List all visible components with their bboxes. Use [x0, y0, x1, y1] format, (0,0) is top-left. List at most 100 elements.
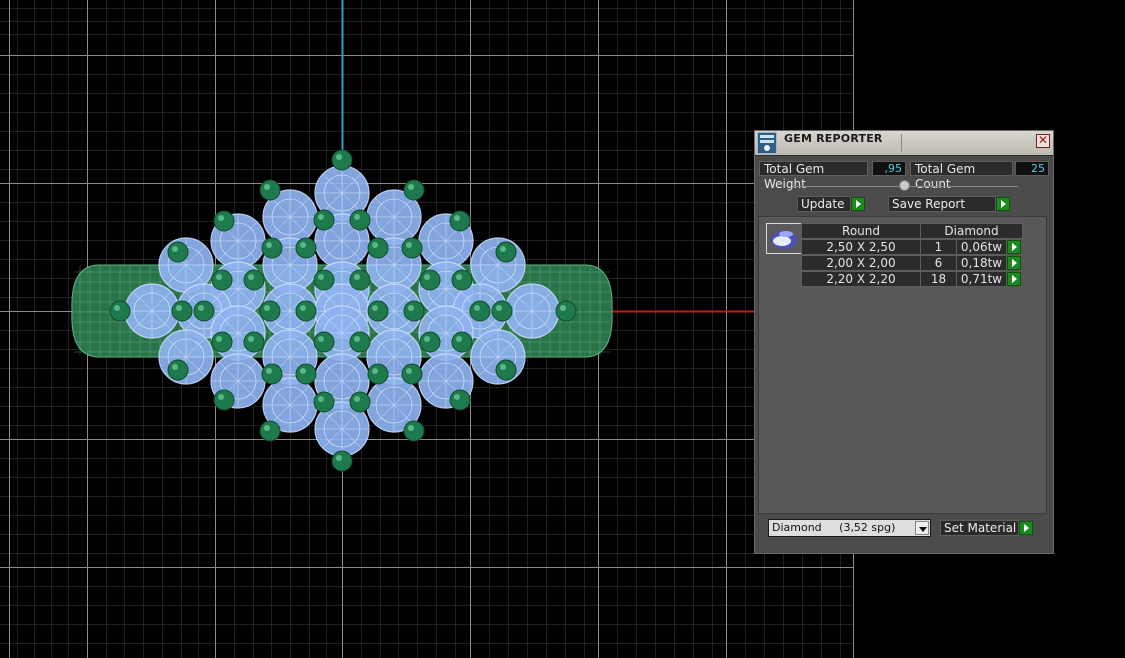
prong-highlight: [354, 274, 360, 280]
prong-highlight: [264, 305, 270, 311]
prong-highlight: [454, 394, 460, 400]
row-play-arrow-icon[interactable]: [1007, 256, 1021, 270]
prong: [313, 331, 335, 353]
prong: [313, 269, 335, 291]
prong: [295, 363, 317, 385]
prong: [403, 300, 425, 322]
prong: [469, 300, 491, 322]
row-size: 2,00 X 2,00: [801, 255, 921, 271]
prong-highlight: [266, 242, 272, 248]
update-button[interactable]: Update: [797, 196, 851, 212]
row-count: 6: [920, 255, 957, 271]
prong-highlight: [300, 242, 306, 248]
prong: [213, 210, 235, 232]
prong-highlight: [408, 305, 414, 311]
panel-slider-knob[interactable]: [899, 180, 910, 191]
prong: [261, 237, 283, 259]
round-gem-icon[interactable]: [766, 223, 802, 254]
prong: [243, 331, 265, 353]
gem-reporter-panel: GEM REPORTER ✕ Total Gem Weight ,95 Tota…: [754, 130, 1054, 554]
prong-highlight: [300, 368, 306, 374]
row-play-arrow-icon[interactable]: [1007, 240, 1021, 254]
prong-highlight: [454, 215, 460, 221]
prong: [349, 209, 371, 231]
prong-highlight: [218, 394, 224, 400]
prong-highlight: [560, 305, 566, 311]
prong: [401, 237, 423, 259]
prong-highlight: [372, 242, 378, 248]
prong: [167, 359, 189, 381]
prong: [451, 269, 473, 291]
prong: [261, 363, 283, 385]
prong: [109, 300, 131, 322]
column-header-material: Diamond: [920, 223, 1023, 239]
prong: [449, 210, 471, 232]
prong-highlight: [248, 336, 254, 342]
prong-highlight: [300, 305, 306, 311]
prong-highlight: [354, 214, 360, 220]
prong-highlight: [318, 214, 324, 220]
prong: [331, 450, 353, 472]
close-icon[interactable]: ✕: [1036, 134, 1050, 148]
chevron-down-icon[interactable]: [915, 521, 929, 535]
save-report-play-arrow-icon[interactable]: [996, 197, 1010, 211]
prong-highlight: [318, 336, 324, 342]
report-area: Round Diamond 2,50 X 2,50 1 0,06tw 2,00 …: [758, 216, 1047, 514]
prong: [331, 149, 353, 171]
prong: [349, 269, 371, 291]
prong: [211, 331, 233, 353]
prong: [401, 363, 423, 385]
prong: [403, 179, 425, 201]
prong: [349, 391, 371, 413]
prong: [295, 300, 317, 322]
prong-highlight: [216, 274, 222, 280]
prong-highlight: [372, 305, 378, 311]
prong-highlight: [216, 336, 222, 342]
prong: [451, 331, 473, 353]
row-count: 1: [920, 239, 957, 255]
prong-highlight: [474, 305, 480, 311]
prong-highlight: [424, 336, 430, 342]
prong-highlight: [406, 368, 412, 374]
update-play-arrow-icon[interactable]: [851, 197, 865, 211]
total-gem-weight-label: Total Gem Weight: [759, 161, 868, 191]
panel-titlebar[interactable]: GEM REPORTER ✕: [755, 131, 1053, 156]
prong-highlight: [456, 336, 462, 342]
prong-highlight: [172, 364, 178, 370]
prong-highlight: [424, 274, 430, 280]
prong: [419, 269, 441, 291]
prong-highlight: [406, 242, 412, 248]
material-select[interactable]: Diamond (3,52 spg): [768, 519, 931, 537]
row-play-arrow-icon[interactable]: [1007, 272, 1021, 286]
set-material-play-arrow-icon[interactable]: [1019, 521, 1033, 535]
prong: [167, 241, 189, 263]
prong: [495, 241, 517, 263]
row-size: 2,50 X 2,50: [801, 239, 921, 255]
prong: [491, 300, 513, 322]
prong-highlight: [456, 274, 462, 280]
row-weight: 0,71tw: [956, 271, 1007, 287]
prong: [193, 300, 215, 322]
column-header-shape: Round: [801, 223, 921, 239]
set-material-button[interactable]: Set Material: [940, 520, 1019, 536]
prong: [367, 363, 389, 385]
prong: [259, 420, 281, 442]
panel-title: GEM REPORTER: [784, 132, 883, 145]
prong: [259, 179, 281, 201]
total-gem-count-value: 25: [1015, 161, 1049, 176]
prong-highlight: [248, 274, 254, 280]
prong-highlight: [336, 455, 342, 461]
prong-highlight: [264, 184, 270, 190]
prong-highlight: [496, 305, 502, 311]
prong: [367, 300, 389, 322]
total-gem-count-label: Total Gem Count: [910, 161, 1013, 191]
prong-highlight: [218, 215, 224, 221]
gem: [504, 283, 560, 339]
prong: [213, 389, 235, 411]
row-count: 18: [920, 271, 957, 287]
prong-highlight: [354, 396, 360, 402]
prong-highlight: [176, 305, 182, 311]
save-report-button[interactable]: Save Report: [888, 196, 996, 212]
row-weight: 0,18tw: [956, 255, 1007, 271]
title-separator: [901, 134, 902, 152]
